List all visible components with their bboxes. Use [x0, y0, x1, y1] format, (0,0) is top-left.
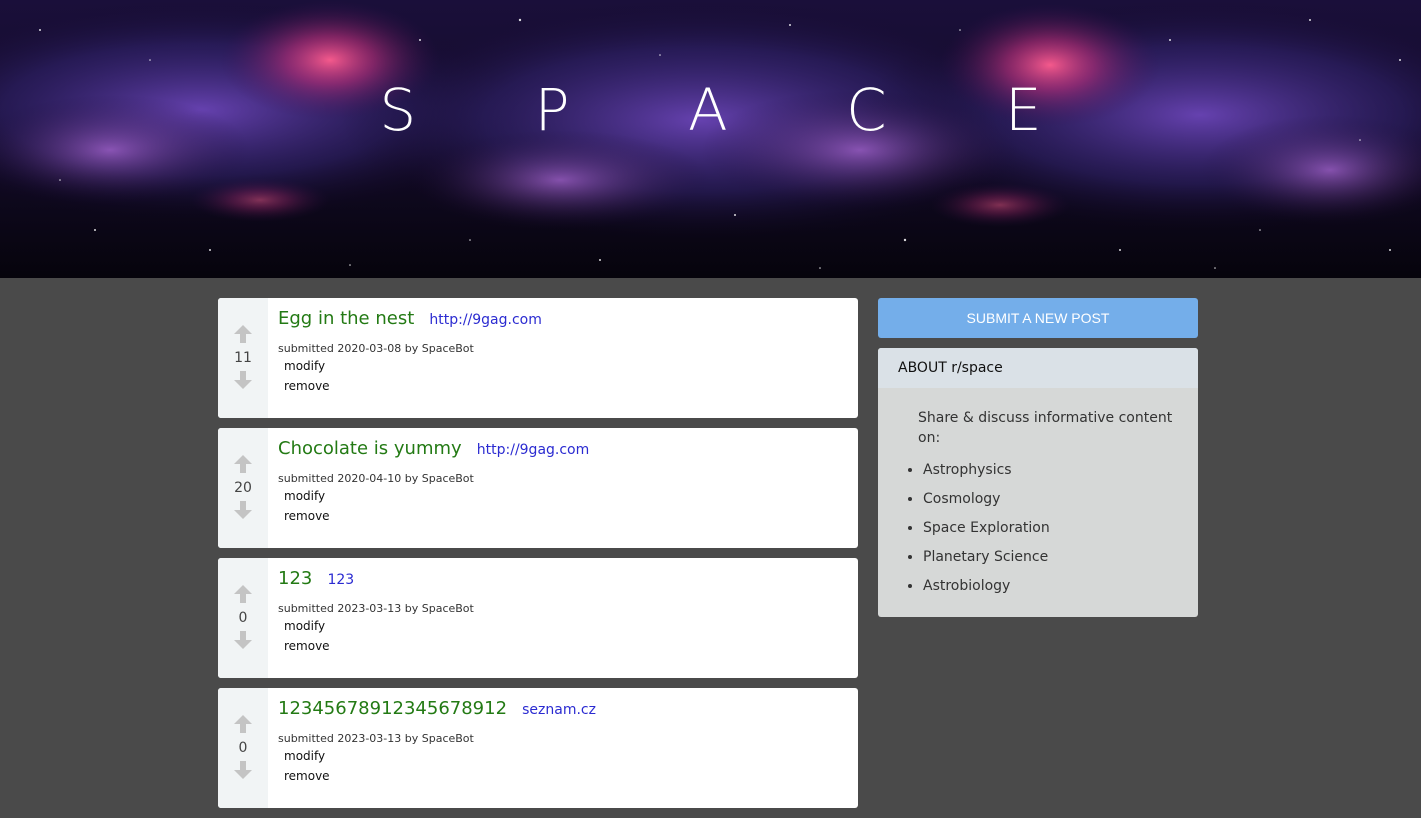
remove-button[interactable]: remove: [284, 376, 848, 396]
header-banner: S P A C E: [0, 0, 1421, 278]
post-link[interactable]: 123: [327, 572, 354, 588]
arrow-down-icon[interactable]: [233, 500, 253, 520]
post-card: 20 Chocolate is yummy http://9gag.com su…: [218, 428, 858, 548]
post-list: 11 Egg in the nest http://9gag.com submi…: [218, 298, 858, 818]
remove-button[interactable]: remove: [284, 636, 848, 656]
modify-button[interactable]: modify: [284, 746, 848, 766]
topic-item: Astrophysics: [923, 456, 1186, 485]
topic-item: Space Exploration: [923, 514, 1186, 543]
vote-column: 0: [218, 558, 268, 678]
post-link[interactable]: http://9gag.com: [477, 442, 590, 458]
arrow-up-icon[interactable]: [233, 714, 253, 734]
post-body: 123 123 submitted 2023-03-13 by SpaceBot…: [278, 568, 848, 656]
post-title-row: 123 123: [278, 568, 848, 594]
remove-button[interactable]: remove: [284, 506, 848, 526]
submit-new-post-button[interactable]: SUBMIT A NEW POST: [878, 298, 1198, 338]
arrow-down-icon[interactable]: [233, 370, 253, 390]
post-link[interactable]: http://9gag.com: [429, 312, 542, 328]
post-meta: submitted 2020-04-10 by SpaceBot: [278, 472, 474, 485]
post-title[interactable]: Egg in the nest: [278, 308, 414, 329]
arrow-down-icon[interactable]: [233, 630, 253, 650]
vote-score: 11: [234, 350, 252, 366]
post-title-row: Egg in the nest http://9gag.com: [278, 308, 848, 334]
post-card: 11 Egg in the nest http://9gag.com submi…: [218, 298, 858, 418]
about-description: Share & discuss informative content on:: [918, 410, 1173, 446]
about-body: Share & discuss informative content on: …: [878, 388, 1198, 617]
topic-item: Astrobiology: [923, 572, 1186, 601]
modify-button[interactable]: modify: [284, 486, 848, 506]
about-title: ABOUT r/space: [878, 348, 1198, 388]
modify-button[interactable]: modify: [284, 616, 848, 636]
vote-column: 0: [218, 688, 268, 808]
vote-score: 0: [238, 610, 248, 626]
arrow-up-icon[interactable]: [233, 454, 253, 474]
sidebar: SUBMIT A NEW POST ABOUT r/space Share & …: [878, 298, 1198, 617]
post-title[interactable]: 123: [278, 568, 312, 589]
banner-title: S P A C E: [379, 76, 1092, 144]
topic-item: Planetary Science: [923, 543, 1186, 572]
post-link[interactable]: seznam.cz: [522, 702, 596, 718]
post-body: Egg in the nest http://9gag.com submitte…: [278, 308, 848, 396]
arrow-up-icon[interactable]: [233, 584, 253, 604]
post-title-row: 12345678912345678912 seznam.cz: [278, 698, 848, 724]
post-card: 0 12345678912345678912 seznam.cz submitt…: [218, 688, 858, 808]
vote-column: 11: [218, 298, 268, 418]
post-meta: submitted 2020-03-08 by SpaceBot: [278, 342, 474, 355]
post-title[interactable]: Chocolate is yummy: [278, 438, 462, 459]
remove-button[interactable]: remove: [284, 766, 848, 786]
vote-score: 0: [238, 740, 248, 756]
post-body: Chocolate is yummy http://9gag.com submi…: [278, 438, 848, 526]
post-meta: submitted 2023-03-13 by SpaceBot: [278, 732, 474, 745]
post-meta: submitted 2023-03-13 by SpaceBot: [278, 602, 474, 615]
topic-item: Cosmology: [923, 485, 1186, 514]
about-box: ABOUT r/space Share & discuss informativ…: [878, 348, 1198, 617]
arrow-down-icon[interactable]: [233, 760, 253, 780]
modify-button[interactable]: modify: [284, 356, 848, 376]
post-title-row: Chocolate is yummy http://9gag.com: [278, 438, 848, 464]
topic-list: Astrophysics Cosmology Space Exploration…: [890, 456, 1186, 601]
post-body: 12345678912345678912 seznam.cz submitted…: [278, 698, 848, 786]
vote-column: 20: [218, 428, 268, 548]
arrow-up-icon[interactable]: [233, 324, 253, 344]
post-card: 0 123 123 submitted 2023-03-13 by SpaceB…: [218, 558, 858, 678]
vote-score: 20: [234, 480, 252, 496]
post-title[interactable]: 12345678912345678912: [278, 698, 507, 719]
